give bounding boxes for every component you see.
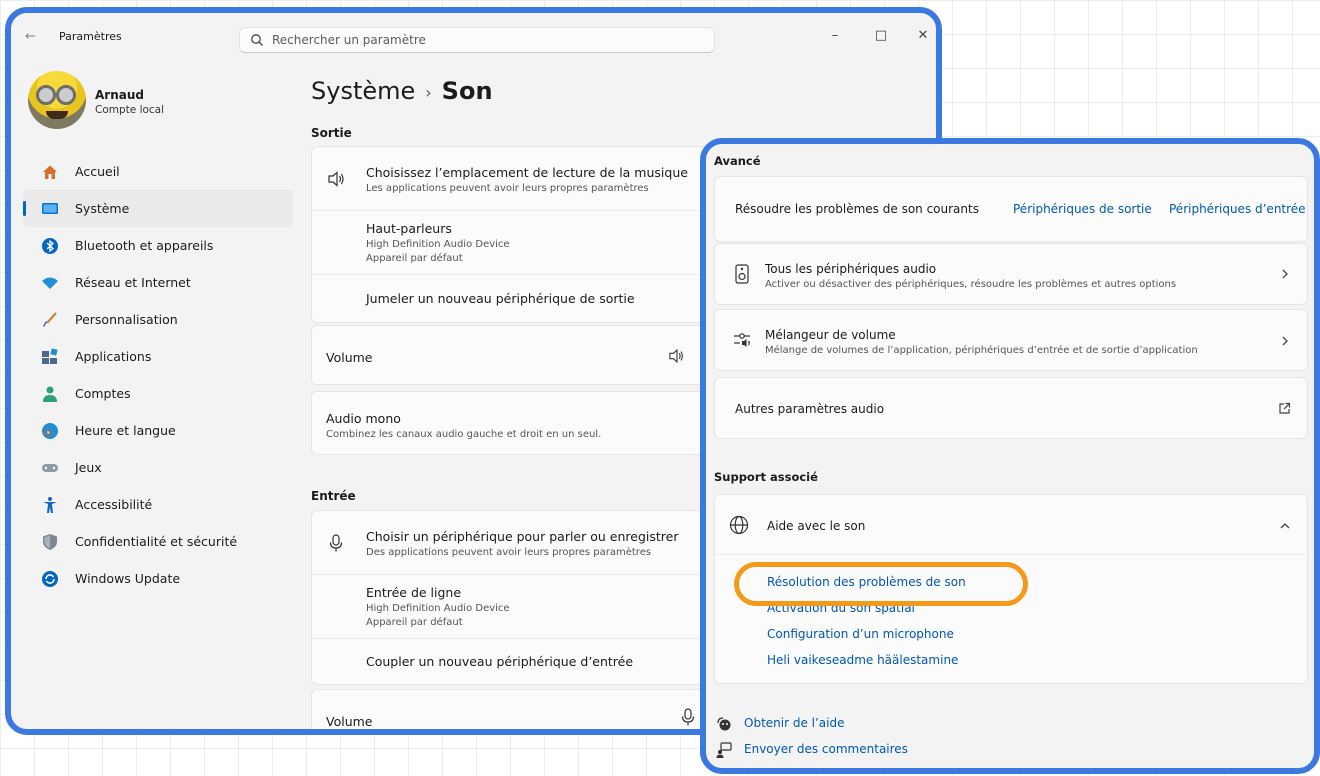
chevron-right-icon <box>1282 336 1288 346</box>
sound-help-header[interactable]: Aide avec le son <box>715 495 1307 555</box>
all-audio-devices-card[interactable]: Tous les périphériques audio Activer ou … <box>714 243 1308 305</box>
globe-clock-icon <box>41 422 59 440</box>
output-device-name: Haut-parleurs <box>366 221 452 236</box>
support-section-title: Support associé <box>714 470 818 484</box>
input-devices-link[interactable]: Périphériques d’entrée <box>1169 202 1306 216</box>
output-devices-link[interactable]: Périphériques de sortie <box>1013 202 1152 216</box>
avatar <box>28 71 86 129</box>
breadcrumb-parent[interactable]: Système <box>311 77 415 105</box>
input-section-title: Entrée <box>311 489 356 503</box>
external-link-icon <box>1279 402 1291 414</box>
advanced-section-title: Avancé <box>714 154 761 168</box>
sidebar-item-accueil[interactable]: Accueil <box>23 153 293 190</box>
sidebar-item-windows-update[interactable]: Windows Update <box>23 560 293 597</box>
advanced-panel: Avancé Résoudre les problèmes de son cou… <box>700 138 1320 774</box>
troubleshoot-card: Résoudre les problèmes de son courants P… <box>714 176 1308 242</box>
speaker-device-icon <box>735 264 749 284</box>
sound-help-title: Aide avec le son <box>767 519 866 533</box>
volume-mixer-card[interactable]: Mélangeur de volume Mélange de volumes d… <box>714 309 1308 371</box>
monitor-icon <box>41 200 59 218</box>
sidebar-item-applications[interactable]: Applications <box>23 338 293 375</box>
sidebar-item-comptes[interactable]: Comptes <box>23 375 293 412</box>
page-title: Son <box>441 77 493 105</box>
highlight-ring <box>734 562 1028 606</box>
sidebar-item-heure-langue[interactable]: Heure et langue <box>23 412 293 449</box>
accessibility-icon <box>41 496 59 514</box>
choose-output-title: Choisissez l’emplacement de lecture de l… <box>366 165 688 180</box>
input-device-detail: High Definition Audio Device <box>366 603 510 614</box>
get-help-link[interactable]: Obtenir de l’aide <box>744 716 845 730</box>
all-audio-devices-subtitle: Activer ou désactiver des périphériques,… <box>765 279 1177 290</box>
home-icon <box>41 163 59 181</box>
send-feedback-link[interactable]: Envoyer des commentaires <box>744 742 908 756</box>
sidebar-item-accessibilite[interactable]: Accessibilité <box>23 486 293 523</box>
mixer-icon <box>734 333 750 347</box>
wifi-icon <box>41 274 59 292</box>
profile-name: Arnaud <box>95 88 144 102</box>
pair-input-label: Coupler un nouveau périphérique d’entrée <box>366 654 634 669</box>
input-device-name: Entrée de ligne <box>366 585 462 600</box>
help-link-microphone[interactable]: Configuration d’un microphone <box>767 627 954 641</box>
microphone-icon <box>329 534 343 552</box>
profile-account-type: Compte local <box>95 104 165 116</box>
sidebar-item-systeme[interactable]: Système <box>23 190 293 227</box>
breadcrumb: Système › Son <box>311 77 493 105</box>
active-indicator <box>23 201 26 216</box>
back-arrow-icon[interactable]: ← <box>25 27 49 47</box>
volume-speaker-icon[interactable] <box>668 348 686 364</box>
output-section-title: Sortie <box>311 126 352 140</box>
chevron-right-icon <box>1282 269 1288 279</box>
sidebar-item-personnalisation[interactable]: Personnalisation <box>23 301 293 338</box>
volume-mixer-subtitle: Mélange de volumes de l’application, pér… <box>765 345 1198 356</box>
output-device-default: Appareil par défaut <box>366 253 463 264</box>
all-audio-devices-title: Tous les périphériques audio <box>765 262 937 276</box>
pair-output-label: Jumeler un nouveau périphérique de sorti… <box>366 291 635 306</box>
globe-icon <box>729 515 749 535</box>
choose-output-subtitle: Les applications peuvent avoir leurs pro… <box>366 183 649 194</box>
sidebar-nav: Accueil Système Bluetooth et appareils R… <box>23 153 293 597</box>
mono-audio-subtitle: Combinez les canaux audio gauche et droi… <box>326 429 602 440</box>
chevron-up-icon[interactable] <box>1279 520 1291 532</box>
brush-icon <box>41 311 59 329</box>
search-icon <box>251 34 263 46</box>
bluetooth-icon <box>41 237 59 255</box>
sidebar-item-bluetooth[interactable]: Bluetooth et appareils <box>23 227 293 264</box>
volume-microphone-icon[interactable] <box>680 707 696 727</box>
volume-mixer-title: Mélangeur de volume <box>765 328 896 342</box>
mono-audio-title: Audio mono <box>326 411 401 426</box>
get-help-icon <box>717 717 731 731</box>
feedback-icon <box>716 742 732 758</box>
input-device-default: Appareil par défaut <box>366 617 463 628</box>
choose-input-subtitle: Des applications peuvent avoir leurs pro… <box>366 547 652 558</box>
more-audio-settings-card[interactable]: Autres paramètres audio <box>714 377 1308 439</box>
person-icon <box>41 385 59 403</box>
breadcrumb-separator: › <box>425 82 432 102</box>
troubleshoot-label: Résoudre les problèmes de son courants <box>735 202 979 216</box>
help-link-estonian[interactable]: Heli vaikeseadme häälestamine <box>767 653 958 667</box>
shield-icon <box>41 533 59 551</box>
apps-icon <box>41 347 59 366</box>
sidebar-item-reseau[interactable]: Réseau et Internet <box>23 264 293 301</box>
choose-input-title: Choisir un périphérique pour parler ou e… <box>366 529 679 544</box>
more-audio-settings-label: Autres paramètres audio <box>735 402 885 416</box>
sidebar-item-jeux[interactable]: Jeux <box>23 449 293 486</box>
update-icon <box>41 570 59 588</box>
gamepad-icon <box>41 459 59 477</box>
sidebar-item-confidentialite[interactable]: Confidentialité et sécurité <box>23 523 293 560</box>
app-title: Paramètres <box>59 30 122 43</box>
user-profile[interactable]: Arnaud Compte local <box>23 71 293 141</box>
speaker-icon <box>328 171 344 187</box>
output-volume-label: Volume <box>326 350 373 365</box>
input-volume-label: Volume <box>326 714 373 729</box>
output-device-detail: High Definition Audio Device <box>366 239 510 250</box>
